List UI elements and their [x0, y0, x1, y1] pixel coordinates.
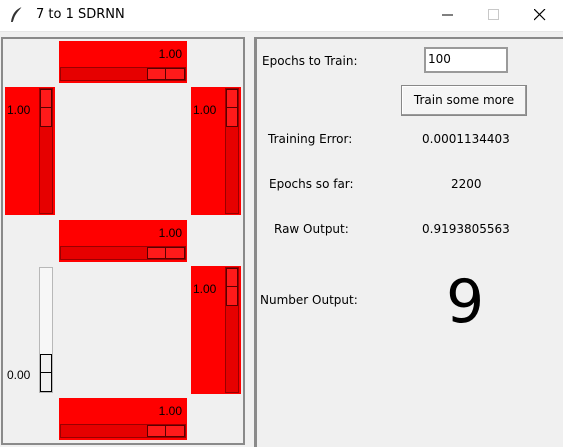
- raw-output-value: 0.9193805563: [422, 222, 510, 236]
- window-title: 7 to 1 SDRNN: [36, 7, 125, 22]
- minimize-button[interactable]: [425, 0, 471, 31]
- feather-icon: [9, 6, 25, 24]
- maximize-button: [471, 0, 517, 31]
- scale-slider-thumb[interactable]: [147, 68, 185, 80]
- scale-trough[interactable]: [60, 424, 186, 438]
- segment-upper-right-value: 1.00: [193, 103, 217, 117]
- training-error-label: Training Error:: [268, 132, 353, 146]
- segment-middle-scale[interactable]: 1.00: [59, 220, 187, 262]
- segment-lower-right-value: 1.00: [193, 282, 217, 296]
- close-button[interactable]: [517, 0, 563, 31]
- scale-slider-thumb[interactable]: [226, 89, 238, 127]
- segment-top-scale[interactable]: 1.00: [59, 41, 187, 83]
- segment-upper-right-scale[interactable]: 1.00: [191, 87, 241, 215]
- segment-lower-left-value: 0.00: [7, 368, 31, 382]
- segment-upper-left-value: 1.00: [7, 103, 31, 117]
- scale-slider-thumb[interactable]: [147, 247, 185, 259]
- maximize-icon: [488, 9, 499, 20]
- scale-slider-thumb[interactable]: [40, 89, 52, 127]
- scale-slider-thumb[interactable]: [40, 354, 52, 392]
- number-output-label: Number Output:: [260, 293, 358, 307]
- segment-top-value: 1.00: [158, 47, 182, 61]
- scale-trough[interactable]: [60, 246, 186, 260]
- scale-trough[interactable]: [39, 88, 53, 214]
- segment-lower-left-scale[interactable]: 0.00: [5, 266, 55, 394]
- segment-lower-right-scale[interactable]: 1.00: [191, 266, 241, 394]
- epochs-to-train-label: Epochs to Train:: [262, 54, 358, 68]
- scale-trough[interactable]: [39, 267, 53, 393]
- title-bar: 7 to 1 SDRNN: [0, 0, 563, 32]
- epochs-so-far-value: 2200: [451, 177, 482, 191]
- segment-bottom-value: 1.00: [158, 404, 182, 418]
- training-error-value: 0.0001134403: [422, 132, 510, 146]
- segment-middle-value: 1.00: [158, 226, 182, 240]
- raw-output-label: Raw Output:: [274, 222, 349, 236]
- close-icon: [534, 9, 546, 21]
- scale-trough[interactable]: [60, 67, 186, 81]
- epochs-to-train-input[interactable]: 100: [424, 47, 508, 73]
- minimize-icon: [442, 14, 453, 16]
- segment-upper-left-scale[interactable]: 1.00: [5, 87, 55, 215]
- scale-slider-thumb[interactable]: [226, 268, 238, 306]
- epochs-so-far-label: Epochs so far:: [269, 177, 354, 191]
- scale-slider-thumb[interactable]: [147, 425, 185, 437]
- scale-trough[interactable]: [225, 267, 239, 393]
- number-output-value: 9: [446, 267, 485, 337]
- segment-bottom-scale[interactable]: 1.00: [59, 398, 187, 440]
- train-some-more-button[interactable]: Train some more: [401, 85, 527, 116]
- scale-trough[interactable]: [225, 88, 239, 214]
